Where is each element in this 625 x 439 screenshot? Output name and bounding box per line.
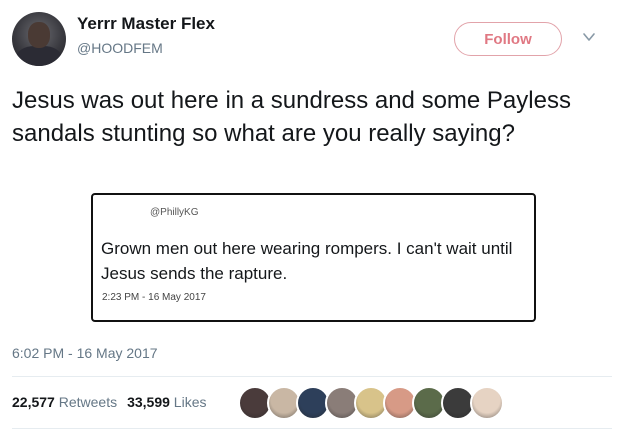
avatar-face: [28, 22, 50, 48]
quoted-timestamp: 2:23 PM - 16 May 2017: [102, 292, 206, 303]
divider-top: [12, 376, 612, 377]
quoted-text: Grown men out here wearing rompers. I ca…: [101, 239, 513, 283]
likes-count: 33,599: [127, 394, 170, 410]
retweets-label: Retweets: [58, 394, 118, 410]
author-display-name[interactable]: Yerrr Master Flex: [77, 14, 215, 34]
retweets-count: 22,577: [12, 394, 55, 410]
author-avatar[interactable]: [12, 12, 66, 66]
tweet-text: Jesus was out here in a sundress and som…: [12, 87, 571, 147]
quoted-tweet[interactable]: @PhillyKG Grown men out here wearing rom…: [91, 193, 536, 322]
follow-button[interactable]: Follow: [454, 22, 562, 56]
tweet-timestamp[interactable]: 6:02 PM - 16 May 2017: [12, 345, 158, 361]
retweets-stat[interactable]: 22,577 Retweets: [12, 394, 117, 410]
likes-stat[interactable]: 33,599 Likes: [127, 394, 206, 410]
liker-avatar[interactable]: [470, 386, 504, 420]
quoted-handle: @PhillyKG: [150, 207, 199, 218]
likes-label: Likes: [173, 394, 207, 410]
avatar-shirt: [16, 46, 62, 66]
divider-bottom: [12, 428, 612, 429]
chevron-down-icon[interactable]: [582, 30, 596, 44]
author-handle[interactable]: @HOODFEM: [77, 40, 163, 56]
tweet-stats: 22,577 Retweets 33,599 Likes: [12, 394, 206, 410]
